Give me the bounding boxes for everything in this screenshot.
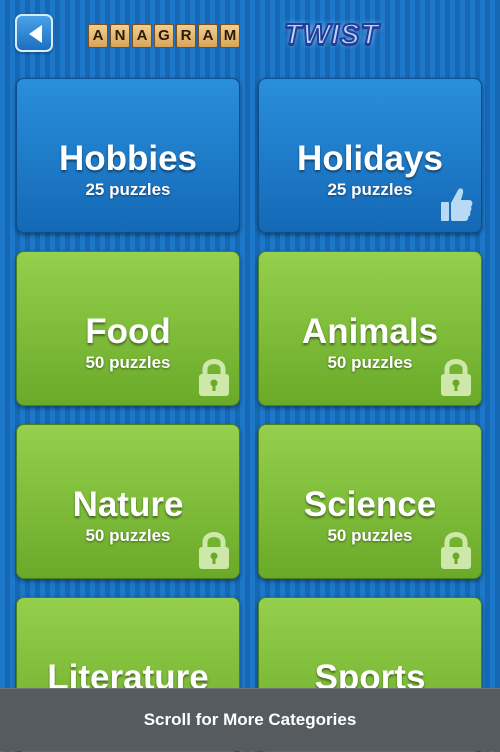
category-card-science[interactable]: Science 50 puzzles — [258, 424, 482, 579]
twist-logo: TWIST — [283, 18, 380, 52]
logo-tile: N — [110, 24, 130, 48]
lock-icon — [199, 359, 229, 396]
category-card-holidays[interactable]: Holidays 25 puzzles — [258, 78, 482, 233]
anagram-logo: A N A G R A M — [88, 24, 242, 49]
scroll-hint-bar: Scroll for More Categories — [0, 688, 500, 751]
category-title: Holidays — [297, 139, 443, 178]
back-arrow-icon — [29, 25, 42, 43]
logo-tile: R — [176, 24, 196, 48]
thumbs-up-icon — [441, 188, 473, 221]
category-title: Food — [85, 312, 171, 351]
scroll-hint-text: Scroll for More Categories — [143, 710, 357, 729]
logo-tile: A — [132, 24, 152, 48]
logo-tile: A — [198, 24, 218, 48]
category-title: Nature — [72, 485, 184, 524]
header: A N A G R A M TWIST — [0, 0, 500, 72]
back-button[interactable] — [15, 14, 53, 52]
category-title: Science — [303, 485, 437, 524]
category-card-food[interactable]: Food 50 puzzles — [16, 251, 240, 406]
category-card-animals[interactable]: Animals 50 puzzles — [258, 251, 482, 406]
category-card-nature[interactable]: Nature 50 puzzles — [16, 424, 240, 579]
puzzle-count: 25 puzzles — [85, 180, 171, 199]
logo-tile: G — [154, 24, 174, 48]
logo-tile: A — [88, 24, 108, 48]
lock-icon — [441, 532, 471, 569]
lock-icon — [441, 359, 471, 396]
category-title: Animals — [301, 312, 439, 351]
category-card-hobbies[interactable]: Hobbies 25 puzzles — [16, 78, 240, 233]
lock-icon — [199, 532, 229, 569]
category-title: Hobbies — [58, 139, 198, 178]
logo-tile: M — [220, 24, 240, 48]
